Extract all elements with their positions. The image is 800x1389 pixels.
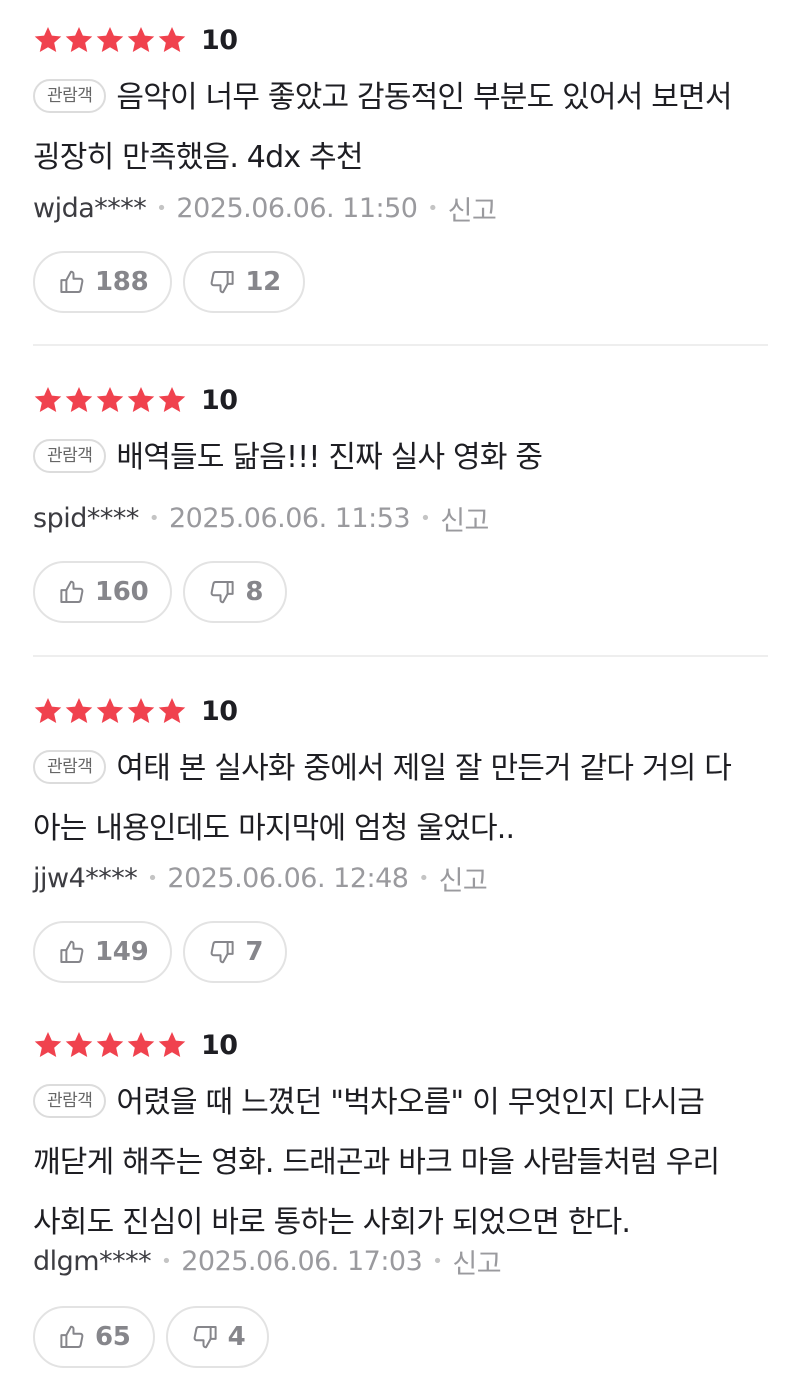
review-text: 어렸을 때 느꼈던 "벅차오름" 이 무엇인지 다시금 깨닫게 해주는 영화. … xyxy=(33,1085,720,1240)
review-date: 2025.06.06. 11:50 xyxy=(176,192,418,224)
dislike-count: 7 xyxy=(245,937,264,967)
report-link[interactable]: 신고 xyxy=(452,1242,501,1281)
audience-badge: 관람객 xyxy=(33,79,107,113)
rating-row: 10 xyxy=(33,22,238,58)
separator-dot: • xyxy=(427,197,438,219)
rating-row: 10 xyxy=(33,1027,238,1063)
like-count: 65 xyxy=(95,1322,131,1352)
dislike-count: 12 xyxy=(245,267,281,297)
like-button[interactable]: 160 xyxy=(33,561,173,623)
thumbs-up-icon xyxy=(57,1322,87,1352)
author-id: jjw4**** xyxy=(33,862,138,894)
thumbs-up-icon xyxy=(57,577,87,607)
separator-dot: • xyxy=(147,867,158,889)
review-date: 2025.06.06. 11:53 xyxy=(168,502,411,534)
star-icon xyxy=(157,1030,187,1060)
star-icon xyxy=(64,1030,94,1060)
like-button[interactable]: 149 xyxy=(33,921,173,983)
review-content: 관람객 배역들도 닮음!!! 진짜 실사 영화 중 xyxy=(33,428,768,488)
thumbs-down-icon xyxy=(207,267,237,297)
reaction-buttons: 149 7 xyxy=(33,921,288,983)
author-id: dlgm**** xyxy=(33,1245,152,1277)
separator-dot: • xyxy=(156,197,167,219)
like-button[interactable]: 188 xyxy=(33,251,173,313)
star-rating xyxy=(33,25,187,55)
star-icon xyxy=(126,696,156,726)
star-rating xyxy=(33,696,187,726)
star-icon xyxy=(33,1030,63,1060)
reaction-buttons: 65 4 xyxy=(33,1306,270,1368)
reaction-buttons: 160 8 xyxy=(33,561,288,623)
audience-badge: 관람객 xyxy=(33,439,107,473)
review-text: 음악이 너무 좋았고 감동적인 부분도 있어서 보면서 굉장히 만족했음. 4d… xyxy=(33,80,732,175)
star-icon xyxy=(157,25,187,55)
star-icon xyxy=(157,696,187,726)
review-text: 배역들도 닮음!!! 진짜 실사 영화 중 xyxy=(116,440,543,475)
review-meta: dlgm**** • 2025.06.06. 17:03 • 신고 xyxy=(33,1241,502,1281)
review-divider xyxy=(33,344,768,346)
rating-row: 10 xyxy=(33,693,238,729)
rating-score: 10 xyxy=(201,384,238,416)
star-icon xyxy=(64,385,94,415)
star-icon xyxy=(64,696,94,726)
star-rating xyxy=(33,1030,187,1060)
separator-dot: • xyxy=(161,1250,172,1272)
like-count: 160 xyxy=(95,577,149,607)
star-icon xyxy=(64,25,94,55)
review-content: 관람객 음악이 너무 좋았고 감동적인 부분도 있어서 보면서 굉장히 만족했음.… xyxy=(33,68,768,188)
dislike-button[interactable]: 12 xyxy=(183,251,305,313)
thumbs-down-icon xyxy=(207,577,237,607)
star-icon xyxy=(126,25,156,55)
review-text: 여태 본 실사화 중에서 제일 잘 만든거 같다 거의 다 아는 내용인데도 마… xyxy=(33,751,732,846)
author-id: spid**** xyxy=(33,502,139,534)
star-icon xyxy=(33,696,63,726)
review-content: 관람객 여태 본 실사화 중에서 제일 잘 만든거 같다 거의 다 아는 내용인데… xyxy=(33,739,768,859)
separator-dot: • xyxy=(418,867,429,889)
review-date: 2025.06.06. 17:03 xyxy=(181,1245,423,1277)
rating-score: 10 xyxy=(201,1029,238,1061)
report-link[interactable]: 신고 xyxy=(448,189,497,228)
thumbs-up-icon xyxy=(57,937,87,967)
separator-dot: • xyxy=(148,507,160,529)
star-rating xyxy=(33,385,187,415)
review-meta: jjw4**** • 2025.06.06. 12:48 • 신고 xyxy=(33,858,488,898)
dislike-button[interactable]: 7 xyxy=(183,921,288,983)
star-icon xyxy=(95,385,125,415)
thumbs-up-icon xyxy=(57,267,87,297)
star-icon xyxy=(126,385,156,415)
review-meta: spid**** • 2025.06.06. 11:53 • 신고 xyxy=(33,498,489,538)
star-icon xyxy=(157,385,187,415)
report-link[interactable]: 신고 xyxy=(440,499,489,538)
audience-badge: 관람객 xyxy=(33,750,107,784)
star-icon xyxy=(126,1030,156,1060)
star-icon xyxy=(95,696,125,726)
dislike-count: 4 xyxy=(227,1322,246,1352)
thumbs-down-icon xyxy=(207,937,237,967)
like-button[interactable]: 65 xyxy=(33,1306,155,1368)
like-count: 149 xyxy=(95,937,149,967)
star-icon xyxy=(33,385,63,415)
star-icon xyxy=(95,25,125,55)
like-count: 188 xyxy=(95,267,149,297)
report-link[interactable]: 신고 xyxy=(439,859,488,898)
separator-dot: • xyxy=(420,507,431,529)
author-id: wjda**** xyxy=(33,192,147,224)
review-meta: wjda**** • 2025.06.06. 11:50 • 신고 xyxy=(33,188,497,228)
rating-score: 10 xyxy=(201,695,238,727)
rating-score: 10 xyxy=(201,24,238,56)
audience-badge: 관람객 xyxy=(33,1084,107,1118)
reaction-buttons: 188 12 xyxy=(33,251,305,313)
review-date: 2025.06.06. 12:48 xyxy=(167,862,409,894)
thumbs-down-icon xyxy=(190,1322,220,1352)
separator-dot: • xyxy=(432,1250,443,1272)
dislike-count: 8 xyxy=(245,577,264,607)
star-icon xyxy=(95,1030,125,1060)
review-content: 관람객 어렸을 때 느꼈던 "벅차오름" 이 무엇인지 다시금 깨닫게 해주는 영… xyxy=(33,1073,768,1253)
dislike-button[interactable]: 4 xyxy=(165,1306,270,1368)
dislike-button[interactable]: 8 xyxy=(183,561,288,623)
review-divider xyxy=(33,655,768,657)
review-list: 10 관람객 음악이 너무 좋았고 감동적인 부분도 있어서 보면서 굉장히 만족… xyxy=(0,0,800,1389)
star-icon xyxy=(33,25,63,55)
rating-row: 10 xyxy=(33,382,238,418)
